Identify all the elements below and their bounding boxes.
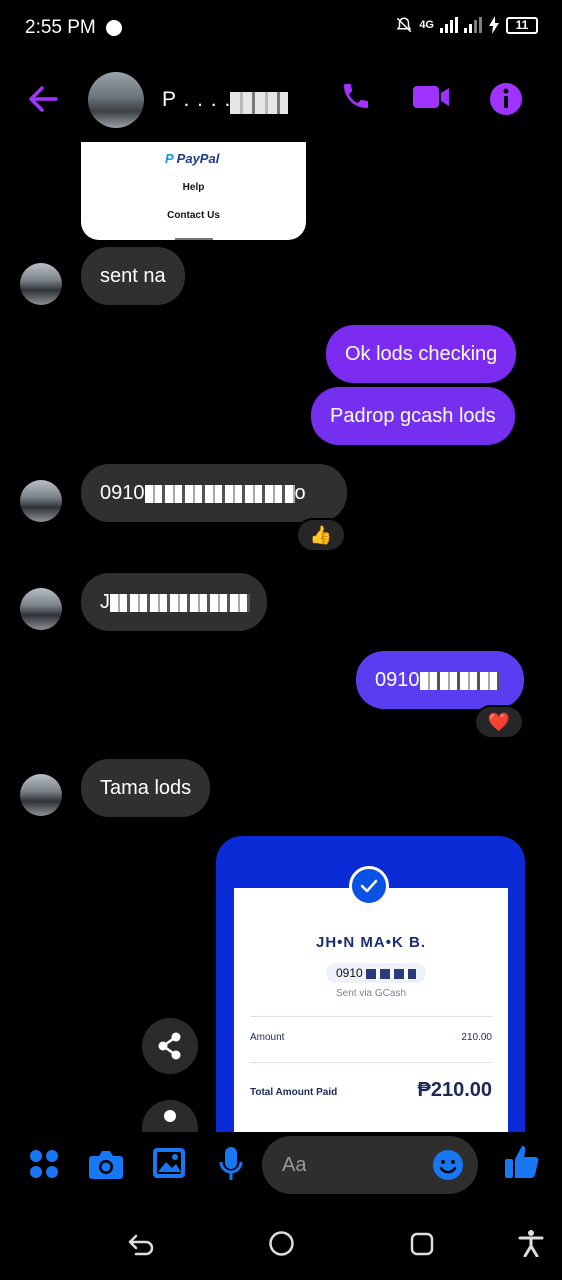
redacted-text: [110, 593, 250, 612]
sender-avatar[interactable]: [20, 263, 62, 305]
message-composer: [0, 1132, 562, 1202]
mute-bell-icon: [396, 17, 412, 33]
heart-reaction-icon: ❤️: [487, 712, 511, 732]
system-nav-bar: [0, 1202, 562, 1280]
chat-header: P . . . .: [0, 58, 562, 142]
paypal-p-icon: P: [165, 151, 174, 166]
message-text: Padrop gcash lods: [330, 405, 496, 427]
gcash-receipt-image[interactable]: JH•N MA•K B. 0910 Sent via GCash Amount …: [216, 836, 525, 1132]
receipt-divider: [250, 1016, 492, 1017]
receipt-amount-label: Amount: [250, 1032, 285, 1043]
message-text: 0910: [375, 669, 420, 691]
phone-call-icon[interactable]: [340, 80, 372, 112]
charging-icon: [489, 16, 499, 34]
thumbs-up-reaction-icon: 👍: [309, 525, 333, 545]
gcash-receipt-card: JH•N MA•K B. 0910 Sent via GCash Amount …: [234, 888, 508, 1132]
message-list[interactable]: P PayPal Help Contact Us sent na Ok lods …: [0, 142, 562, 1132]
message-input[interactable]: [282, 1150, 422, 1180]
contact-name[interactable]: P . . . .: [162, 88, 231, 112]
paypal-logo: P PayPal: [165, 151, 219, 166]
message-input-box[interactable]: [262, 1136, 478, 1194]
paypal-brand: PayPal: [176, 151, 220, 166]
message-text-suffix: o: [294, 482, 306, 504]
paypal-help: Help: [182, 182, 205, 193]
camera-icon[interactable]: [88, 1148, 124, 1180]
contact-name-redaction: [230, 92, 288, 114]
message-incoming[interactable]: 0910 o: [81, 464, 347, 522]
microphone-icon[interactable]: [218, 1146, 244, 1182]
message-text: Tama lods: [100, 777, 192, 799]
nav-home-icon[interactable]: [269, 1231, 294, 1256]
signal-icon: [440, 17, 458, 33]
redacted-text: [366, 968, 417, 979]
receipt-recipient: JH•N MA•K B.: [315, 934, 426, 951]
gcash-check-icon: [349, 866, 389, 906]
nav-recents-icon[interactable]: [410, 1232, 434, 1256]
battery-icon: 11: [506, 16, 538, 34]
status-bar: 2:55 PM 4G 11: [0, 0, 562, 58]
receipt-number-prefix: 0910: [336, 966, 363, 980]
apps-grid-icon[interactable]: [28, 1148, 60, 1180]
gallery-icon[interactable]: [152, 1147, 186, 1179]
paypal-screenshot[interactable]: P PayPal Help Contact Us: [81, 142, 306, 240]
receipt-divider: [250, 1062, 492, 1063]
network-type: 4G: [419, 19, 434, 31]
receipt-total-label: Total Amount Paid: [250, 1087, 338, 1098]
like-thumb-icon[interactable]: [504, 1144, 540, 1180]
receipt-sent-via: Sent via GCash: [335, 988, 407, 999]
message-text: J: [100, 591, 110, 613]
download-icon: [164, 1110, 176, 1122]
message-text: Ok lods checking: [345, 343, 498, 365]
message-incoming[interactable]: Tama lods: [81, 759, 211, 817]
receipt-amount-value: 210.00: [461, 1032, 492, 1043]
receipt-total-value: ₱210.00: [417, 1079, 492, 1101]
sender-avatar[interactable]: [20, 588, 62, 630]
receipt-number: 0910: [326, 963, 426, 983]
message-text: sent na: [100, 265, 166, 287]
reaction-badge[interactable]: 👍: [296, 518, 346, 552]
notification-dot-icon: [106, 20, 122, 36]
status-time: 2:55 PM: [25, 17, 96, 38]
status-icons: 4G 11: [395, 16, 538, 34]
redacted-text: [419, 671, 500, 690]
info-icon[interactable]: [489, 82, 523, 116]
sender-avatar[interactable]: [20, 480, 62, 522]
contact-avatar[interactable]: [88, 72, 144, 128]
signal-2-icon: [464, 17, 482, 33]
sender-avatar[interactable]: [20, 774, 62, 816]
message-incoming[interactable]: sent na: [81, 247, 185, 305]
share-button[interactable]: [142, 1018, 198, 1074]
back-arrow-icon[interactable]: [26, 84, 60, 114]
accessibility-icon[interactable]: [518, 1229, 544, 1257]
paypal-contact: Contact Us: [167, 210, 220, 221]
share-icon: [158, 1032, 181, 1060]
message-outgoing[interactable]: Padrop gcash lods: [311, 387, 515, 445]
message-text: 0910: [100, 482, 145, 504]
redacted-text: [144, 484, 295, 503]
nav-back-icon[interactable]: [128, 1232, 154, 1256]
video-call-icon[interactable]: [412, 84, 450, 110]
reaction-badge[interactable]: ❤️: [474, 705, 524, 739]
message-outgoing[interactable]: 0910: [356, 651, 524, 709]
paypal-home-indicator: [175, 238, 213, 240]
message-outgoing[interactable]: Ok lods checking: [326, 325, 517, 383]
save-image-button[interactable]: [142, 1100, 198, 1132]
emoji-icon[interactable]: [432, 1149, 464, 1181]
message-incoming[interactable]: J: [81, 573, 267, 631]
